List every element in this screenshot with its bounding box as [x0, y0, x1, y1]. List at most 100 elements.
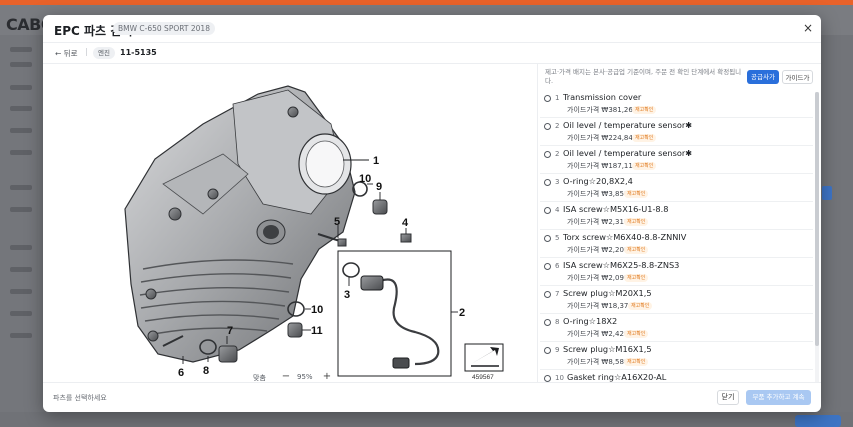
selection-hint: 파츠를 선택하세요: [53, 394, 107, 402]
diagram-id: 459567: [472, 374, 494, 381]
select-radio[interactable]: [544, 179, 551, 186]
part-name: ISA screw☆M6X25-8.8-ZNS3: [563, 260, 680, 270]
guide-price-tab[interactable]: 가이드가: [782, 70, 813, 84]
sidebar-item: [10, 62, 32, 67]
callout-4[interactable]: 4: [402, 217, 409, 229]
callout-11[interactable]: 11: [311, 325, 323, 337]
part-price: 가이드가격 ₩187,110: [567, 162, 638, 170]
stock-badge: 재고확인: [632, 134, 657, 142]
back-button[interactable]: ← 뒤로: [55, 48, 77, 59]
list-item[interactable]: 5 Torx screw☆M6X40-8.8-ZNNIV 가이드가격 ₩2,20…: [540, 230, 813, 258]
category-chip: 엔진: [93, 47, 115, 59]
list-item[interactable]: 9 Screw plug☆M16X1,5 가이드가격 ₩8,580 재고확인: [540, 342, 813, 370]
list-item[interactable]: 6 ISA screw☆M6X25-8.8-ZNS3 가이드가격 ₩2,090 …: [540, 258, 813, 286]
part-name: Gasket ring☆A16X20-AL: [567, 372, 667, 382]
part-name: Torx screw☆M6X40-8.8-ZNNIV: [563, 232, 687, 242]
stock-badge: 재고확인: [628, 302, 653, 310]
callout-5[interactable]: 5: [334, 216, 340, 228]
select-radio[interactable]: [544, 375, 551, 382]
list-item[interactable]: 10 Gasket ring☆A16X20-AL: [540, 370, 813, 382]
part-number: 2: [555, 150, 560, 158]
select-radio[interactable]: [544, 151, 551, 158]
sidebar-item: [10, 289, 32, 294]
part-price: 가이드가격 ₩3,850: [567, 190, 629, 198]
zoom-in-icon[interactable]: +: [322, 371, 332, 382]
price-notice: 제고·가격 배지는 본사·공급업 기준이며, 주문 전 확인 단계에서 확정됩니…: [545, 68, 742, 85]
supply-price-tab[interactable]: 공급사가: [747, 70, 779, 84]
list-item[interactable]: 2 Oil level / temperature sensor✱ 가이드가격 …: [540, 146, 813, 174]
part-number: 7: [555, 290, 560, 298]
select-radio[interactable]: [544, 291, 551, 298]
part-price: 가이드가격 ₩224,840: [567, 134, 638, 142]
part-number: 6: [555, 262, 560, 270]
part-number: 9: [555, 346, 560, 354]
callout-2[interactable]: 2: [459, 307, 465, 319]
stock-badge: 재고확인: [624, 246, 649, 254]
stock-badge: 재고확인: [624, 330, 649, 338]
part-number: 1: [555, 94, 560, 102]
list-item[interactable]: 2 Oil level / temperature sensor✱ 가이드가격 …: [540, 118, 813, 146]
part-number: 10: [555, 374, 564, 382]
select-radio[interactable]: [544, 95, 551, 102]
callout-10b[interactable]: 10: [311, 304, 323, 316]
list-item[interactable]: 8 O-ring☆18X2 가이드가격 ₩2,420 재고확인: [540, 314, 813, 342]
stock-badge: 재고확인: [624, 274, 649, 282]
callout-3[interactable]: 3: [344, 289, 350, 301]
exploded-view-illustration: 1 2 3 4 5 6 7 8 9 10 10 11 459567: [124, 85, 504, 381]
part-name: O-ring☆20,8X2,4: [563, 176, 633, 186]
app-bottom-bar: [0, 412, 853, 427]
stock-badge: 재고확인: [624, 358, 649, 366]
modal-footer: 파츠를 선택하세요 닫기 부품 추가하고 계속: [43, 382, 821, 412]
app-right-panel: [821, 35, 853, 427]
stock-badge: 재고확인: [624, 190, 649, 198]
select-radio[interactable]: [544, 319, 551, 326]
scrollbar-thumb[interactable]: [815, 92, 819, 346]
app-right-chip: [822, 186, 832, 200]
part-name: Screw plug☆M20X1,5: [563, 288, 652, 298]
select-radio[interactable]: [544, 263, 551, 270]
add-part-continue-button[interactable]: 부품 추가하고 계속: [746, 390, 811, 405]
vehicle-badge: BMW C-650 SPORT 2018: [113, 22, 215, 35]
callout-10a[interactable]: 10: [359, 173, 371, 185]
part-number: 5: [555, 234, 560, 242]
zoom-out-icon[interactable]: −: [281, 371, 291, 382]
part-number: 8: [555, 318, 560, 326]
part-number: 3: [555, 178, 560, 186]
stock-badge: 재고확인: [632, 162, 657, 170]
callout-9[interactable]: 9: [376, 181, 382, 193]
list-item[interactable]: 1 Transmission cover 가이드가격 ₩381,260 재고확인: [540, 90, 813, 118]
part-name: Transmission cover: [563, 92, 642, 102]
app-bottom-button: [795, 415, 841, 427]
part-name: Screw plug☆M16X1,5: [563, 344, 652, 354]
modal-header: EPC 파츠 검색 BMW C-650 SPORT 2018 ×: [43, 15, 821, 43]
close-icon[interactable]: ×: [801, 21, 815, 35]
callout-6[interactable]: 6: [178, 367, 184, 379]
part-price: 가이드가격 ₩2,420: [567, 330, 629, 338]
part-price: 가이드가격 ₩2,090: [567, 274, 629, 282]
part-name: Oil level / temperature sensor✱: [563, 148, 693, 158]
sidebar-item: [10, 85, 32, 90]
select-radio[interactable]: [544, 347, 551, 354]
breadcrumb-separator: |: [85, 47, 88, 56]
list-item[interactable]: 4 ISA screw☆M5X16-U1-8.8 가이드가격 ₩2,310 재고…: [540, 202, 813, 230]
part-name: O-ring☆18X2: [563, 316, 618, 326]
sidebar-item: [10, 185, 32, 190]
callout-8[interactable]: 8: [203, 365, 209, 377]
stock-badge: 재고확인: [632, 106, 657, 114]
callout-7[interactable]: 7: [227, 325, 233, 337]
close-button[interactable]: 닫기: [717, 390, 739, 405]
breadcrumb: ← 뒤로 | 엔진 11-5135: [43, 42, 821, 64]
epc-parts-modal: EPC 파츠 검색 BMW C-650 SPORT 2018 × ← 뒤로 | …: [43, 15, 821, 412]
list-item[interactable]: 7 Screw plug☆M20X1,5 가이드가격 ₩18,370 재고확인: [540, 286, 813, 314]
list-item[interactable]: 3 O-ring☆20,8X2,4 가이드가격 ₩3,850 재고확인: [540, 174, 813, 202]
parts-diagram[interactable]: 1 2 3 4 5 6 7 8 9 10 10 11 459567: [43, 64, 538, 382]
select-radio[interactable]: [544, 123, 551, 130]
part-number: 2: [555, 122, 560, 130]
part-price: 가이드가격 ₩381,260: [567, 106, 638, 114]
sidebar-item: [10, 106, 32, 111]
sidebar-item: [10, 245, 32, 250]
select-radio[interactable]: [544, 235, 551, 242]
select-radio[interactable]: [544, 207, 551, 214]
part-price: 가이드가격 ₩2,310: [567, 218, 629, 226]
callout-1[interactable]: 1: [373, 155, 379, 167]
